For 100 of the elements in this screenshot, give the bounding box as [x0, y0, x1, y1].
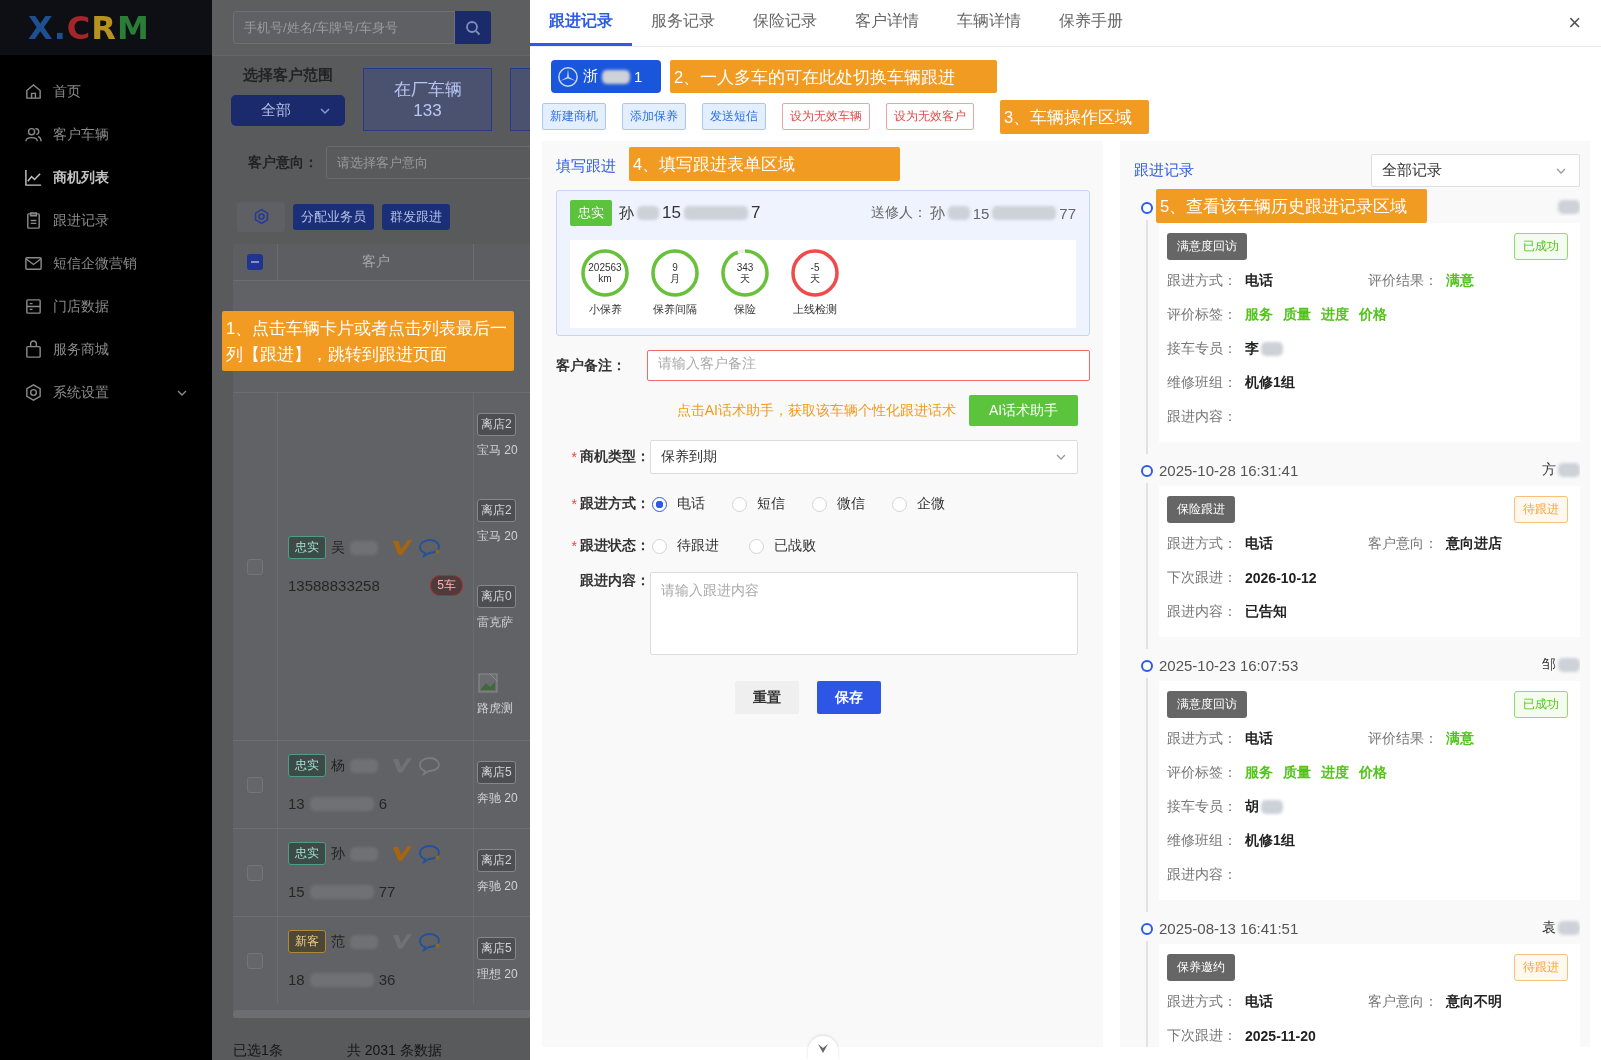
broken-image-icon: [477, 671, 499, 694]
record-type-tag: 保养邀约: [1167, 954, 1235, 981]
toolbar-button[interactable]: 分配业务员: [293, 203, 374, 230]
status-badge: 已成功: [1514, 691, 1568, 718]
sidebar-item[interactable]: 系统设置: [0, 371, 212, 414]
chart-icon: [24, 168, 43, 187]
customer-card[interactable]: 忠实 孙 15 7 送修人： 孙 15 77 202563 km 小保养 9 月 保养间隔 343 天 保险 -5 天 上线检测: [556, 190, 1090, 336]
action-button[interactable]: 新建商机: [542, 103, 606, 130]
gauge-value: 343: [736, 262, 754, 273]
scope-select[interactable]: 全部: [231, 95, 345, 126]
record-type-tag: 满意度回访: [1167, 691, 1247, 718]
gauge-ring: [720, 248, 770, 298]
phone-number: 77: [378, 883, 396, 900]
tab[interactable]: 客户详情: [836, 0, 938, 46]
timeline-dot: [1140, 923, 1153, 935]
tab[interactable]: 服务记录: [632, 0, 734, 46]
record-date: 2025-10-23 16:07:53: [1159, 656, 1299, 674]
field-label: 跟进内容：: [1167, 408, 1238, 426]
customer-name: 孙: [331, 844, 345, 863]
sidebar-item[interactable]: 客户车辆: [0, 113, 212, 156]
select-all-checkbox[interactable]: [247, 254, 263, 270]
sidebar-item[interactable]: 跟进记录: [0, 199, 212, 242]
field-value: 电话: [1245, 730, 1273, 748]
vehicle-model: 雷克萨: [477, 614, 514, 631]
action-button[interactable]: 添加保养: [622, 103, 686, 130]
settings-icon: [24, 383, 43, 402]
field-label: 跟进方式：: [1167, 535, 1238, 553]
scroll-down-button[interactable]: [808, 1036, 838, 1060]
settings-icon: [252, 208, 270, 225]
vehicle-chip[interactable]: 浙 1: [551, 60, 661, 93]
customer-tag: 忠实: [288, 754, 326, 777]
gauge-unit: 月: [670, 273, 680, 284]
radio-option[interactable]: 已战败: [749, 537, 846, 555]
tab[interactable]: 车辆详情: [938, 0, 1040, 46]
field-label: 跟进状态：: [580, 537, 650, 555]
section-title: 填写跟进: [556, 157, 616, 176]
redaction-blur: [992, 206, 1057, 220]
radio-option[interactable]: 企微: [892, 495, 972, 513]
settings-button[interactable]: [237, 201, 285, 232]
gauge-label: 上线检测: [793, 302, 837, 317]
redaction-blur: [683, 206, 748, 220]
field-label: 跟进内容：: [580, 572, 650, 590]
timeline-dot: [1140, 202, 1153, 214]
rating-tag: 价格: [1359, 306, 1387, 324]
tab[interactable]: 保险记录: [734, 0, 836, 46]
phone-number: 7: [750, 203, 761, 223]
radio-option[interactable]: 电话: [652, 495, 732, 513]
field-value: 已告知: [1245, 603, 1287, 621]
form-button[interactable]: 重置: [735, 681, 799, 714]
status-badge: 待跟进: [1514, 496, 1568, 523]
action-button[interactable]: 设为无效客户: [886, 103, 974, 130]
rating-tag: 服务: [1245, 306, 1273, 324]
annotation-callout: 5、查看该车辆历史跟进记录区域: [1156, 189, 1427, 223]
sidebar-item[interactable]: 服务商城: [0, 328, 212, 371]
stat-card[interactable]: 在厂车辆 133: [363, 68, 492, 131]
section-title: 跟进记录: [1134, 161, 1194, 180]
record-filter-select[interactable]: 全部记录: [1371, 154, 1580, 187]
search-icon: [465, 19, 481, 36]
required-mark: *: [571, 449, 577, 465]
stat-label: 在厂车辆: [393, 79, 462, 101]
redaction-blur: [947, 206, 970, 220]
close-button[interactable]: ×: [1562, 9, 1587, 37]
scrollbar[interactable]: [233, 1010, 530, 1018]
status-tag: 离店2: [477, 849, 516, 872]
gauge-label: 小保养: [588, 302, 622, 317]
form-button[interactable]: 保存: [817, 681, 881, 714]
field-value: 电话: [1245, 272, 1273, 290]
action-button[interactable]: 发送短信: [702, 103, 766, 130]
redaction-blur: [602, 69, 630, 84]
record-type-tag: 满意度回访: [1167, 233, 1247, 260]
phone-number: 15: [972, 204, 990, 222]
sidebar-item[interactable]: 门店数据: [0, 285, 212, 328]
vehicle-model: 理想 20: [477, 966, 519, 983]
annotation-callout: 1、点击车辆卡片或者点击列表最后一列【跟进】，跳转到跟进页面: [222, 311, 514, 371]
field-label: 客户备注：: [556, 356, 627, 375]
action-button[interactable]: 设为无效车辆: [782, 103, 870, 130]
type-select[interactable]: 保养到期: [650, 440, 1078, 474]
field-label: 评价标签：: [1167, 764, 1238, 782]
sidebar-item[interactable]: 短信企微营销: [0, 242, 212, 285]
field-value: 电话: [1245, 535, 1273, 553]
staff-name: 邹: [1542, 656, 1556, 674]
customer-tag: 忠实: [288, 842, 326, 865]
sidebar-item[interactable]: 商机列表: [0, 156, 212, 199]
staff-name: 袁: [1542, 919, 1556, 937]
tab[interactable]: 跟进记录: [530, 0, 632, 46]
radio-option[interactable]: 待跟进: [652, 537, 749, 555]
gauge-unit: km: [598, 273, 612, 284]
field-label: 接车专员：: [1167, 340, 1238, 358]
mail-icon: [24, 254, 43, 273]
timeline-dot: [1140, 660, 1153, 672]
tab[interactable]: 保养手册: [1040, 0, 1142, 46]
search-button[interactable]: [455, 11, 491, 44]
vehicle-model: 路虎测: [477, 699, 514, 717]
radio-option[interactable]: 短信: [732, 495, 812, 513]
record-date: 2025-10-28 16:31:41: [1159, 461, 1299, 479]
radio-option[interactable]: 微信: [812, 495, 892, 513]
sidebar-item[interactable]: 首页: [0, 70, 212, 113]
toolbar-button[interactable]: 群发跟进: [382, 203, 450, 230]
gauge-ring: [580, 248, 630, 298]
gauge-value: 202563: [588, 262, 622, 273]
